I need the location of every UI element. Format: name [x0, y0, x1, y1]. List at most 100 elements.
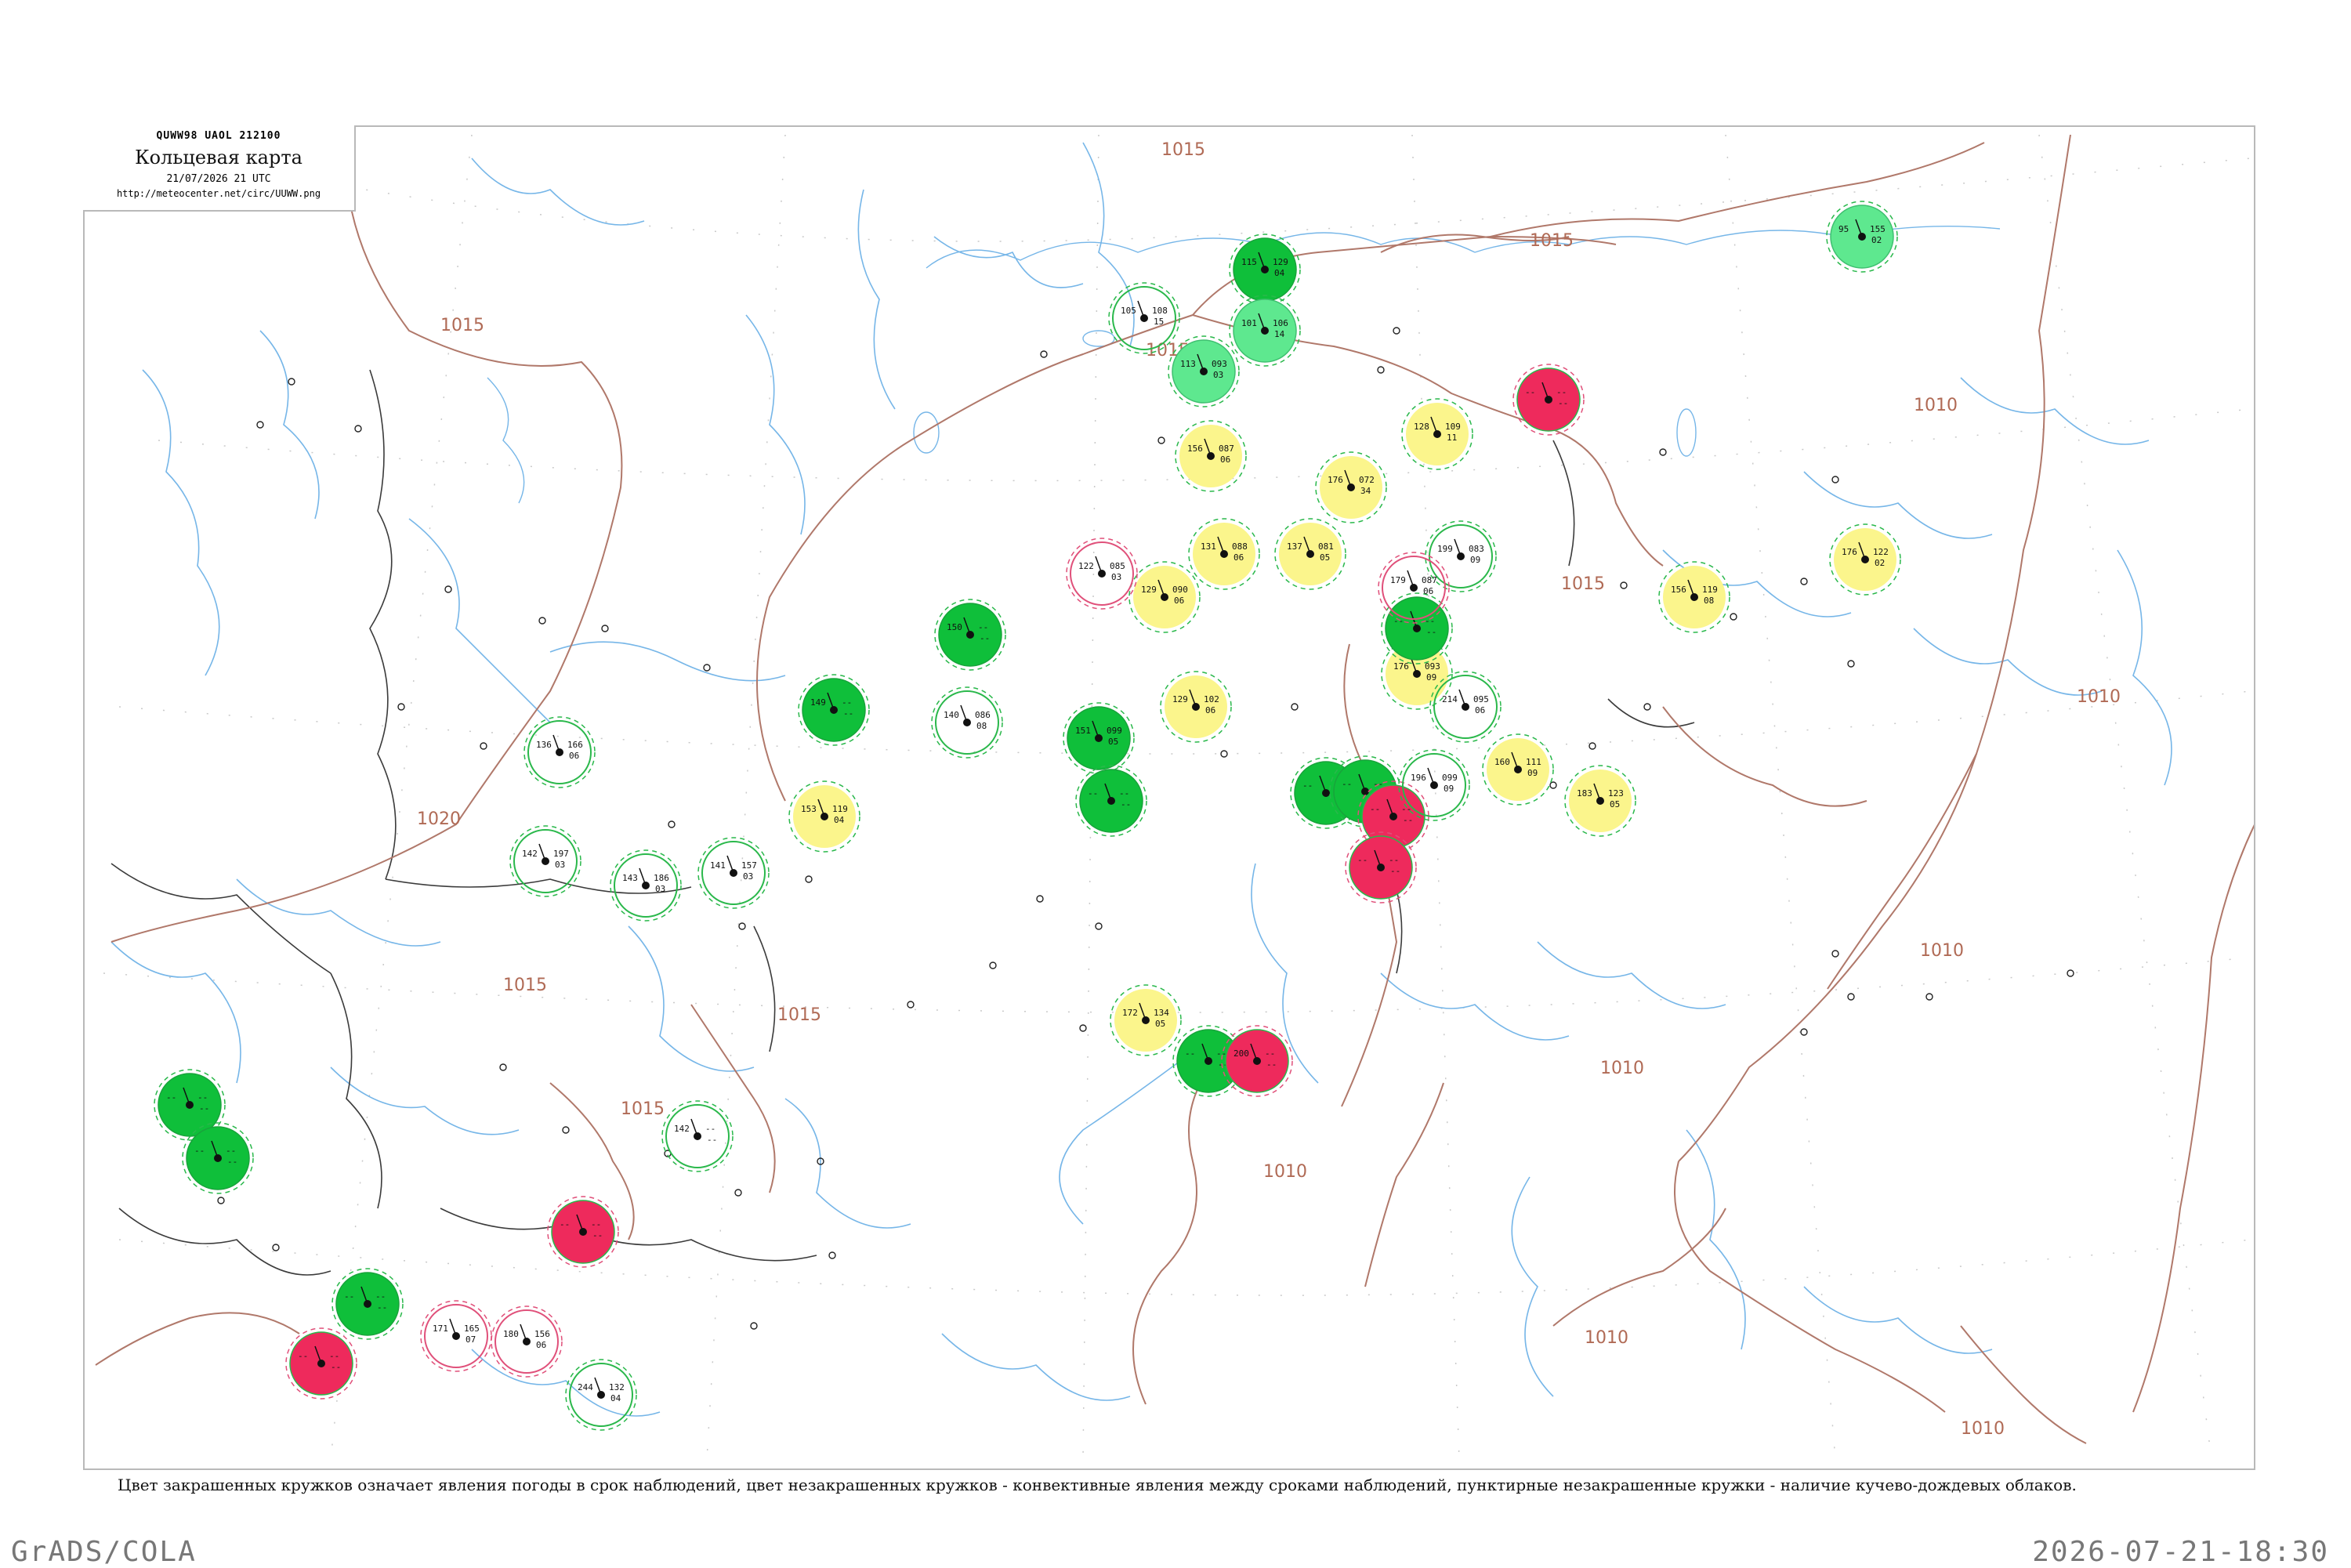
station-marker[interactable]: 176 07234 — [1315, 451, 1387, 523]
wind-barb — [538, 843, 546, 862]
station-temperature: 143 — [622, 873, 638, 883]
station-marker[interactable]: ------ — [1345, 831, 1417, 904]
synoptic-map: 1015 1015 1015 1010 1020 1015 1015 1015 … — [95, 134, 2254, 1460]
station-marker[interactable]: 171 16507 — [420, 1300, 492, 1372]
station-temperature: -- — [1185, 1048, 1195, 1059]
station-marker[interactable]: 129 09006 — [1128, 561, 1201, 633]
station-marker[interactable]: 151 09905 — [1063, 702, 1135, 774]
station-tendency: 09 — [1470, 555, 1480, 565]
station-temperature: 153 — [801, 804, 817, 814]
station-pressure: 085 — [1110, 561, 1125, 571]
station-marker[interactable]: ------ — [285, 1327, 357, 1400]
station-marker[interactable]: 149 ---- — [798, 674, 870, 746]
station-temperature: 137 — [1287, 541, 1302, 552]
station-tendency: 09 — [1444, 784, 1454, 794]
station-temperature: 214 — [1442, 694, 1458, 704]
station-temperature: 115 — [1241, 257, 1257, 267]
page-title: Кольцевая карта — [135, 147, 302, 168]
station-marker[interactable]: 214 09506 — [1429, 671, 1502, 743]
station-marker[interactable]: 153 11904 — [788, 780, 860, 853]
station-tendency: 06 — [569, 751, 579, 761]
isobar-label: 1010 — [1914, 396, 1958, 415]
station-temperature: 156 — [1671, 585, 1686, 595]
station-marker[interactable]: 142 19703 — [509, 825, 581, 897]
station-marker[interactable]: 141 15703 — [697, 837, 770, 909]
station-pressure: 111 — [1526, 757, 1541, 767]
station-tendency: 08 — [1704, 596, 1714, 606]
station-marker[interactable]: 200 ---- — [1221, 1025, 1293, 1097]
station-pressure: 165 — [464, 1324, 480, 1334]
station-marker[interactable]: 180 15606 — [491, 1305, 563, 1378]
station-temperature: 113 — [1180, 359, 1196, 369]
station-temperature: 142 — [674, 1124, 690, 1134]
station-temperature: 160 — [1494, 757, 1510, 767]
station-tendency: 02 — [1875, 558, 1885, 568]
station-temperature: 131 — [1201, 541, 1216, 552]
station-marker[interactable]: ------ — [331, 1268, 404, 1340]
station-pressure: 087 — [1422, 575, 1437, 585]
station-marker[interactable]: 115 12904 — [1229, 234, 1301, 306]
station-marker[interactable]: 105 10815 — [1108, 282, 1180, 354]
station-marker[interactable]: 122 08503 — [1066, 538, 1138, 610]
station-marker[interactable]: 244 13204 — [565, 1359, 637, 1431]
station-pressure: 099 — [1107, 726, 1122, 736]
station-marker[interactable]: 128 10911 — [1401, 398, 1473, 470]
station-marker[interactable]: 140 08608 — [931, 686, 1003, 759]
station-temperature: 171 — [433, 1324, 448, 1334]
isobar-label: 1015 — [1561, 574, 1605, 594]
station-pressure: -- — [705, 1124, 715, 1134]
station-temperature: 156 — [1187, 444, 1203, 454]
water-features — [110, 142, 2172, 1417]
wind-barb — [594, 1377, 602, 1396]
isobar-label: 1010 — [1920, 941, 1964, 961]
wind-barb — [690, 1118, 698, 1137]
country-borders — [110, 369, 1695, 1276]
station-marker[interactable]: 160 11109 — [1482, 733, 1554, 806]
station-temperature: 244 — [578, 1382, 593, 1392]
station-marker[interactable]: 172 13405 — [1110, 984, 1182, 1056]
isobar-label: 1015 — [1530, 231, 1574, 251]
station-marker[interactable]: 137 08105 — [1274, 518, 1346, 590]
station-marker[interactable]: 176 12202 — [1829, 523, 1901, 596]
station-marker[interactable]: 143 18603 — [610, 849, 682, 922]
station-tendency: 06 — [1475, 705, 1485, 715]
station-temperature: -- — [1088, 788, 1098, 798]
station-temperature: 176 — [1328, 475, 1343, 485]
isobar-label: 1010 — [1600, 1059, 1644, 1078]
station-marker[interactable]: 183 12305 — [1564, 765, 1636, 837]
station-marker[interactable]: ------ — [1512, 364, 1585, 436]
station-tendency: 04 — [1274, 268, 1285, 278]
map-title-box: QUWW98 UAOL 212100 Кольцевая карта 21/07… — [83, 125, 356, 212]
source-url[interactable]: http://meteocenter.net/circ/UUWW.png — [83, 188, 354, 199]
isobar-label: 1015 — [621, 1099, 665, 1119]
station-temperature: -- — [1370, 804, 1380, 814]
station-pressure: 095 — [1473, 694, 1489, 704]
station-marker[interactable]: 142 ---- — [661, 1100, 734, 1172]
station-marker[interactable]: 95 15502 — [1826, 201, 1898, 273]
station-temperature: 142 — [522, 849, 538, 859]
station-pressure: 088 — [1232, 541, 1248, 552]
render-timestamp: 2026-07-21-18:30 — [2032, 1536, 2329, 1568]
station-marker[interactable]: 156 11908 — [1658, 561, 1730, 633]
station-tendency: -- — [592, 1230, 603, 1240]
station-marker[interactable]: 113 09303 — [1168, 335, 1240, 407]
station-tendency: -- — [199, 1103, 209, 1114]
wind-barb — [726, 855, 734, 874]
station-pressure: 102 — [1204, 694, 1219, 704]
station-temperature: 129 — [1172, 694, 1188, 704]
station-marker[interactable]: 150 ---- — [934, 599, 1006, 671]
station-marker[interactable]: ------ — [547, 1196, 619, 1268]
station-marker[interactable]: 101 10614 — [1229, 295, 1301, 367]
station-marker[interactable]: 131 08806 — [1188, 518, 1260, 590]
station-marker[interactable]: 156 08706 — [1175, 420, 1247, 492]
station-temperature: -- — [560, 1219, 570, 1229]
station-temperature: -- — [1302, 780, 1313, 791]
station-marker[interactable]: ------ — [1075, 765, 1147, 837]
station-pressure: -- — [978, 622, 988, 632]
station-marker[interactable]: 129 10206 — [1160, 671, 1232, 743]
station-tendency: 15 — [1154, 317, 1164, 327]
station-pressure: 119 — [832, 804, 848, 814]
station-tendency: 11 — [1447, 433, 1457, 443]
station-marker[interactable]: 136 16606 — [523, 716, 596, 788]
station-marker[interactable]: ------ — [182, 1122, 254, 1194]
